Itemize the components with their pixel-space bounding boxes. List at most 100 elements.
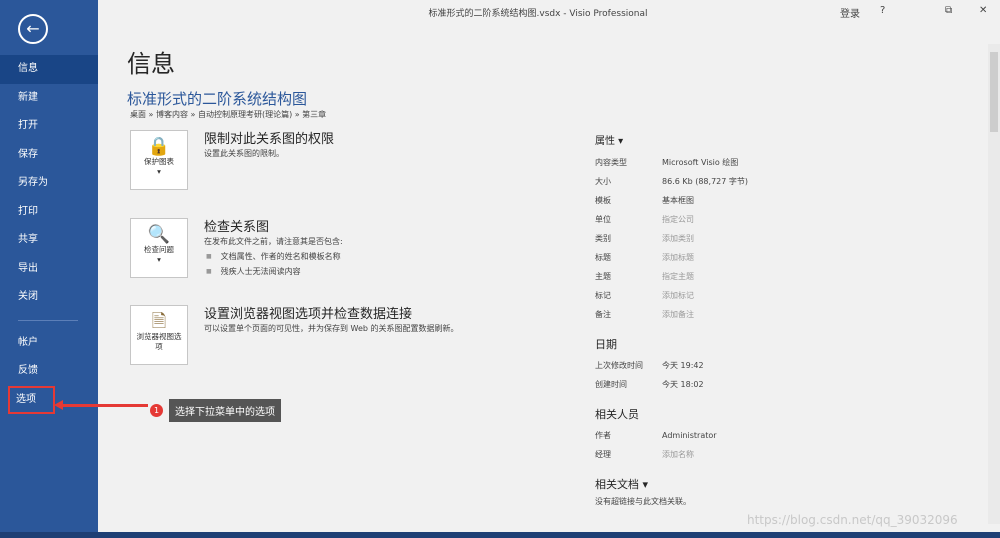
property-value: 基本框图 [662, 196, 694, 205]
scroll-thumb[interactable] [990, 52, 998, 132]
property-key: 备注 [595, 310, 611, 319]
info-pane: 信息 标准形式的二阶系统结构图 桌面 » 博客内容 » 自动控制原理考研(理论篇… [98, 22, 988, 532]
window-title: 标准形式的二阶系统结构图.vsdx - Visio Professional [428, 9, 648, 19]
property-row: 主题 指定主题 [595, 267, 955, 286]
property-row: 大小 86.6 Kb (88,727 字节) [595, 172, 955, 191]
nav-item-save-as[interactable]: 另存为 [0, 169, 98, 198]
nav-item-feedback[interactable]: 反馈 [0, 357, 98, 386]
annotation-callout: 1 选择下拉菜单中的选项 [150, 399, 281, 422]
vertical-scrollbar[interactable] [988, 44, 1000, 524]
nav-item-open[interactable]: 打开 [0, 112, 98, 141]
back-button[interactable]: ← [18, 14, 48, 44]
properties-panel: 属性 ▾ 内容类型 Microsoft Visio 绘图 大小 86.6 Kb … [595, 132, 955, 507]
property-value: Microsoft Visio 绘图 [662, 158, 739, 167]
section-heading: 设置浏览器视图选项并检查数据连接 [204, 307, 413, 322]
property-key: 标记 [595, 291, 611, 300]
property-key: 标题 [595, 253, 611, 262]
property-key: 类别 [595, 234, 611, 243]
annotation-number: 1 [150, 404, 163, 417]
browser-view-options-button[interactable]: 🗎 浏览器视图选项 [130, 305, 188, 365]
property-key: 上次修改时间 [595, 361, 643, 370]
property-key: 作者 [595, 431, 611, 440]
check-issues-label: 检查问题 [144, 245, 174, 254]
inspect-bullet-list: 文档属性、作者的姓名和模板名称 残疾人士无法阅读内容 [204, 249, 341, 279]
title-bar: 标准形式的二阶系统结构图.vsdx - Visio Professional 登… [98, 0, 1000, 22]
nav-item-new[interactable]: 新建 [0, 84, 98, 113]
property-value-input[interactable]: 添加标记 [662, 290, 694, 301]
help-button[interactable]: ? [880, 5, 885, 16]
property-value: 86.6 Kb (88,727 字节) [662, 177, 748, 186]
property-key: 创建时间 [595, 380, 627, 389]
page-title: 信息 [127, 50, 175, 78]
property-key: 单位 [595, 215, 611, 224]
breadcrumb[interactable]: 桌面 » 博客内容 » 自动控制原理考研(理论篇) » 第三章 [130, 109, 326, 120]
property-value-input[interactable]: 添加名称 [662, 449, 694, 460]
inspect-icon: 🔍 [147, 224, 171, 245]
nav-item-close[interactable]: 关闭 [0, 283, 98, 312]
people-heading: 相关人员 [595, 408, 639, 421]
chevron-down-icon: ▾ [157, 255, 161, 264]
property-key: 经理 [595, 450, 611, 459]
section-description: 在发布此文件之前，请注意其是否包含: [204, 237, 343, 246]
watermark: https://blog.csdn.net/qq_39032096 [747, 513, 958, 527]
property-row: 内容类型 Microsoft Visio 绘图 [595, 153, 955, 172]
nav-item-options[interactable]: 选项 [8, 385, 55, 414]
nav-divider [18, 319, 78, 321]
section-heading: 限制对此关系图的权限 [204, 132, 335, 147]
backstage-sidebar: ← 信息 新建 打开 保存 另存为 打印 共享 导出 关闭 帐户 反馈 选项 [0, 0, 98, 532]
nav-item-account[interactable]: 帐户 [0, 329, 98, 358]
property-row: 标记 添加标记 [595, 286, 955, 305]
property-value-input[interactable]: 添加标题 [662, 252, 694, 263]
nav-item-share[interactable]: 共享 [0, 226, 98, 255]
taskbar-strip [0, 532, 1000, 538]
property-key: 模板 [595, 196, 611, 205]
backstage-nav: 信息 新建 打开 保存 另存为 打印 共享 导出 关闭 帐户 反馈 选项 [0, 55, 98, 414]
property-row: 备注 添加备注 [595, 305, 955, 324]
annotation-arrow [54, 400, 148, 410]
document-title: 标准形式的二阶系统结构图 [127, 90, 308, 108]
property-value-input[interactable]: 添加备注 [662, 309, 694, 320]
related-docs-dropdown[interactable]: 相关文档 ▾ [595, 476, 955, 492]
restore-button[interactable]: ⧉ [945, 5, 952, 16]
property-row: 模板 基本框图 [595, 191, 955, 210]
property-key: 大小 [595, 177, 611, 186]
property-row: 类别 添加类别 [595, 229, 955, 248]
protect-diagram-button[interactable]: 🔒 保护图表 ▾ [130, 130, 188, 190]
check-issues-button[interactable]: 🔍 检查问题 ▾ [130, 218, 188, 278]
property-row: 经理 添加名称 [595, 445, 955, 464]
properties-dropdown[interactable]: 属性 ▾ [595, 132, 955, 147]
browser-view-label: 浏览器视图选项 [136, 332, 182, 351]
property-value-input[interactable]: 指定主题 [662, 271, 694, 282]
lock-icon: 🔒 [147, 136, 171, 157]
property-value: 今天 18:02 [662, 380, 704, 389]
property-row: 创建时间 今天 18:02 [595, 375, 955, 394]
dates-heading: 日期 [595, 338, 617, 351]
property-row: 作者 Administrator [595, 426, 955, 445]
property-key: 主题 [595, 272, 611, 281]
protect-diagram-label: 保护图表 [144, 157, 174, 166]
nav-item-info[interactable]: 信息 [0, 55, 98, 84]
chevron-down-icon: ▾ [157, 167, 161, 176]
back-arrow-icon: ← [26, 19, 40, 38]
section-heading: 检查关系图 [204, 220, 270, 235]
property-value: Administrator [662, 431, 717, 440]
section-description: 可以设置单个页面的可见性，并为保存到 Web 的关系图配置数据刷新。 [204, 324, 459, 333]
annotation-text: 选择下拉菜单中的选项 [169, 399, 281, 422]
property-value-input[interactable]: 添加类别 [662, 233, 694, 244]
browser-view-icon: 🗎 [151, 311, 167, 332]
property-value: 今天 19:42 [662, 361, 704, 370]
nav-item-print[interactable]: 打印 [0, 198, 98, 227]
property-row: 单位 指定公司 [595, 210, 955, 229]
property-key: 内容类型 [595, 158, 627, 167]
property-value-input[interactable]: 指定公司 [662, 214, 694, 225]
list-item: 残疾人士无法阅读内容 [204, 264, 341, 279]
property-row: 上次修改时间 今天 19:42 [595, 356, 955, 375]
property-row: 标题 添加标题 [595, 248, 955, 267]
list-item: 文档属性、作者的姓名和模板名称 [204, 249, 341, 264]
nav-item-export[interactable]: 导出 [0, 255, 98, 284]
section-description: 设置此关系图的限制。 [204, 149, 284, 158]
signin-link[interactable]: 登录 [840, 5, 860, 20]
related-docs-note: 没有超链接与此文档关联。 [595, 497, 691, 506]
close-button[interactable]: ✕ [979, 5, 987, 16]
nav-item-save[interactable]: 保存 [0, 141, 98, 170]
